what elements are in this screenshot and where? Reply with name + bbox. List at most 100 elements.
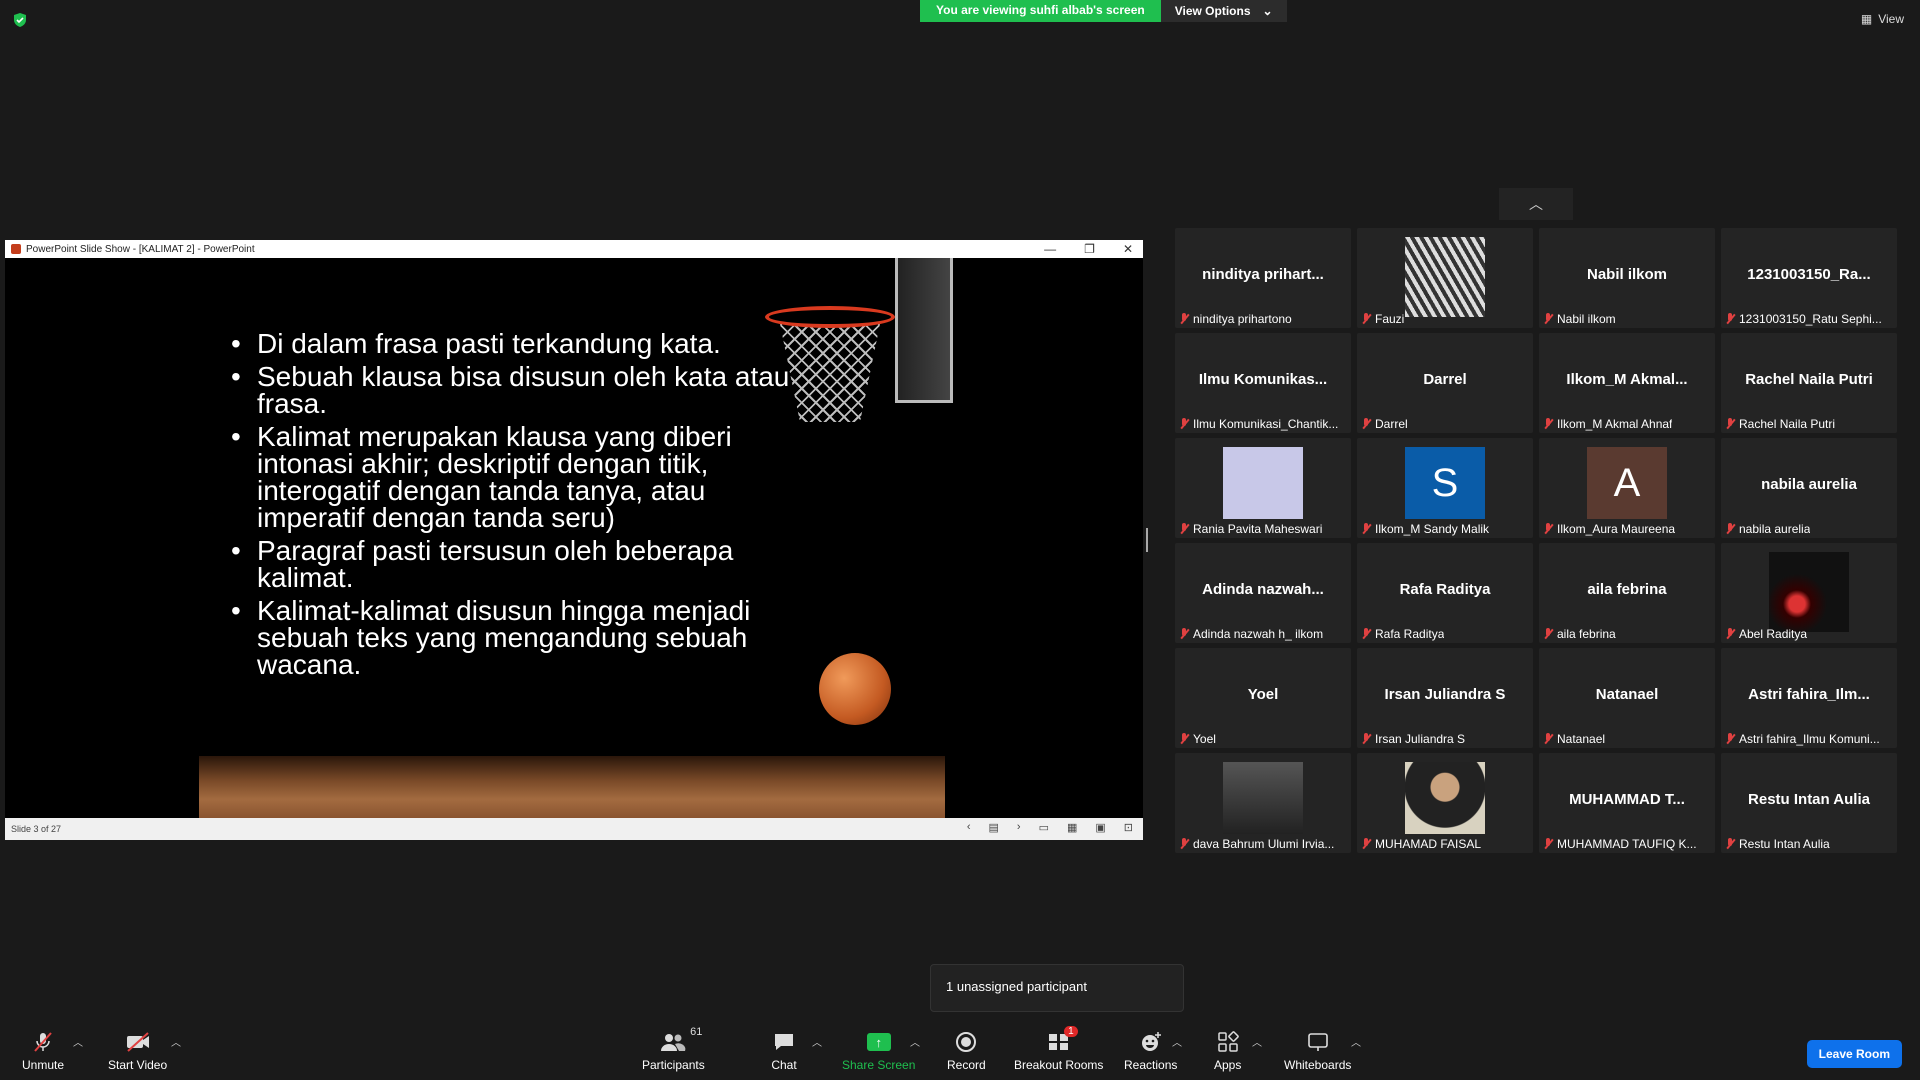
apps-button[interactable]: Apps <box>1214 1030 1241 1072</box>
participant-tile[interactable]: 1231003150_Ra... 1231003150_Ratu Sephi..… <box>1721 228 1897 328</box>
microphone-muted-icon <box>1179 313 1189 325</box>
unmute-button[interactable]: Unmute <box>22 1030 64 1072</box>
participant-name-bar: Restu Intan Aulia <box>1725 837 1893 851</box>
video-options-caret-icon[interactable]: ︿ <box>171 1034 181 1049</box>
participant-tile[interactable]: Irsan Juliandra S Irsan Juliandra S <box>1357 648 1533 748</box>
participant-name-bar: ninditya prihartono <box>1179 312 1347 326</box>
participant-tile[interactable]: Ilkom_M Akmal... Ilkom_M Akmal Ahnaf <box>1539 333 1715 433</box>
participant-tile[interactable]: Fauzi <box>1357 228 1533 328</box>
slide-bullet: Kalimat merupakan klausa yang diberi int… <box>227 423 807 532</box>
microphone-muted-icon <box>1361 313 1371 325</box>
slide-bullet: Kalimat-kalimat disusun hingga menjadi s… <box>227 597 807 679</box>
whiteboard-options-caret-icon[interactable]: ︿ <box>1351 1034 1361 1049</box>
participant-name: MUHAMAD FAISAL <box>1375 837 1482 851</box>
meeting-toolbar: Unmute ︿ Start Video ︿ 61 Participants C… <box>0 1020 1920 1080</box>
reactions-options-caret-icon[interactable]: ︿ <box>1172 1034 1182 1049</box>
share-options-caret-icon[interactable]: ︿ <box>910 1034 920 1049</box>
prev-slide-icon[interactable]: ‹ <box>967 821 971 834</box>
audio-options-caret-icon[interactable]: ︿ <box>73 1034 83 1049</box>
chevron-down-icon: ⌄ <box>1262 4 1273 18</box>
unassigned-participant-popover[interactable]: 1 unassigned participant <box>930 964 1184 1012</box>
shared-screen: PowerPoint Slide Show - [KALIMAT 2] - Po… <box>5 240 1143 840</box>
record-icon <box>953 1030 979 1054</box>
view-button[interactable]: ▦ View <box>1861 12 1904 26</box>
reactions-button[interactable]: Reactions <box>1124 1030 1177 1072</box>
participant-display-name: Adinda nazwah... <box>1202 581 1324 598</box>
participant-name: aila febrina <box>1557 627 1616 641</box>
microphone-muted-icon <box>1725 523 1735 535</box>
participant-tile[interactable]: aila febrina aila febrina <box>1539 543 1715 643</box>
participant-name-bar: Abel Raditya <box>1725 627 1893 641</box>
participant-avatar: S <box>1405 447 1485 519</box>
participant-tile[interactable]: Astri fahira_Ilm... Astri fahira_Ilmu Ko… <box>1721 648 1897 748</box>
participants-button[interactable]: 61 Participants <box>642 1026 705 1072</box>
slide-sorter-icon[interactable]: ▦ <box>1067 821 1077 834</box>
apps-options-caret-icon[interactable]: ︿ <box>1252 1034 1262 1049</box>
participant-name: Natanael <box>1557 732 1606 746</box>
participant-tile[interactable]: Rachel Naila Putri Rachel Naila Putri <box>1721 333 1897 433</box>
participant-tile[interactable]: nabila aurelia nabila aurelia <box>1721 438 1897 538</box>
video-off-icon <box>125 1030 151 1054</box>
participant-name: Ilkom_M Sandy Malik <box>1375 522 1490 536</box>
microphone-muted-icon <box>1179 628 1189 640</box>
participant-name-bar: dava Bahrum Ulumi Irvia... <box>1179 837 1347 851</box>
participant-tile[interactable]: MUHAMMAD T... MUHAMMAD TAUFIQ K... <box>1539 753 1715 853</box>
participant-name-bar: nabila aurelia <box>1725 522 1893 536</box>
participant-avatar <box>1405 762 1485 834</box>
record-label: Record <box>947 1058 986 1072</box>
whiteboards-button[interactable]: Whiteboards <box>1284 1030 1351 1072</box>
powerpoint-logo-icon <box>11 244 21 254</box>
participant-tile[interactable]: S Ilkom_M Sandy Malik <box>1357 438 1533 538</box>
participant-tile[interactable]: Rania Pavita Maheswari <box>1175 438 1351 538</box>
security-shield-icon[interactable] <box>12 12 28 28</box>
view-options-label: View Options <box>1174 4 1251 18</box>
participants-label: Participants <box>642 1058 705 1072</box>
participant-avatar: A <box>1587 447 1667 519</box>
slideshow-icon[interactable]: ⊡ <box>1124 821 1133 834</box>
split-drag-handle[interactable] <box>1146 528 1148 552</box>
slide-bullet: Di dalam frasa pasti terkandung kata. <box>227 330 807 358</box>
participant-display-name: nabila aurelia <box>1761 476 1857 493</box>
microphone-muted-icon <box>1361 628 1371 640</box>
participant-tile[interactable]: Yoel Yoel <box>1175 648 1351 748</box>
participant-tile[interactable]: ninditya prihart... ninditya prihartono <box>1175 228 1351 328</box>
participant-tile[interactable]: Natanael Natanael <box>1539 648 1715 748</box>
next-slide-icon[interactable]: › <box>1017 821 1021 834</box>
participant-tile[interactable]: Nabil ilkom Nabil ilkom <box>1539 228 1715 328</box>
breakout-rooms-button[interactable]: 1 Breakout Rooms <box>1014 1026 1103 1072</box>
leave-room-button[interactable]: Leave Room <box>1806 1040 1902 1068</box>
participant-display-name: Rafa Raditya <box>1399 581 1491 598</box>
participant-tile[interactable]: Ilmu Komunikas... Ilmu Komunikasi_Chanti… <box>1175 333 1351 433</box>
slide-menu-icon[interactable]: ▤ <box>988 821 998 834</box>
participant-tile[interactable]: Darrel Darrel <box>1357 333 1533 433</box>
participant-tile[interactable]: Restu Intan Aulia Restu Intan Aulia <box>1721 753 1897 853</box>
normal-view-icon[interactable]: ▭ <box>1039 821 1049 834</box>
restore-icon[interactable]: ❐ <box>1084 242 1095 256</box>
close-icon[interactable]: ✕ <box>1123 242 1133 256</box>
reading-view-icon[interactable]: ▣ <box>1095 821 1105 834</box>
chat-options-caret-icon[interactable]: ︿ <box>812 1034 822 1049</box>
participant-name-bar: Astri fahira_Ilmu Komuni... <box>1725 732 1893 746</box>
participant-tile[interactable]: Adinda nazwah... Adinda nazwah h_ ilkom <box>1175 543 1351 643</box>
participant-name-bar: Ilkom_M Akmal Ahnaf <box>1543 417 1711 431</box>
minimize-icon[interactable]: — <box>1044 242 1056 256</box>
share-screen-button[interactable]: ↑ Share Screen <box>842 1030 915 1072</box>
view-options-button[interactable]: View Options ⌄ <box>1160 0 1287 22</box>
start-video-label: Start Video <box>108 1058 168 1072</box>
participant-tile[interactable]: Abel Raditya <box>1721 543 1897 643</box>
microphone-muted-icon <box>1543 838 1553 850</box>
participant-tile[interactable]: Rafa Raditya Rafa Raditya <box>1357 543 1533 643</box>
participant-tile[interactable]: MUHAMAD FAISAL <box>1357 753 1533 853</box>
participant-name-bar: Nabil ilkom <box>1543 312 1711 326</box>
participant-name-bar: 1231003150_Ratu Sephi... <box>1725 312 1893 326</box>
participant-tile[interactable]: dava Bahrum Ulumi Irvia... <box>1175 753 1351 853</box>
participant-display-name: Natanael <box>1595 686 1659 703</box>
chat-button[interactable]: Chat <box>771 1030 797 1072</box>
record-button[interactable]: Record <box>947 1030 986 1072</box>
microphone-muted-icon <box>30 1030 56 1054</box>
participant-tile[interactable]: A Ilkom_Aura Maureena <box>1539 438 1715 538</box>
start-video-button[interactable]: Start Video <box>108 1030 167 1072</box>
microphone-muted-icon <box>1179 838 1189 850</box>
slide-canvas: Di dalam frasa pasti terkandung kata. Se… <box>5 258 1143 818</box>
gallery-up-button[interactable]: ︿ <box>1499 188 1573 220</box>
